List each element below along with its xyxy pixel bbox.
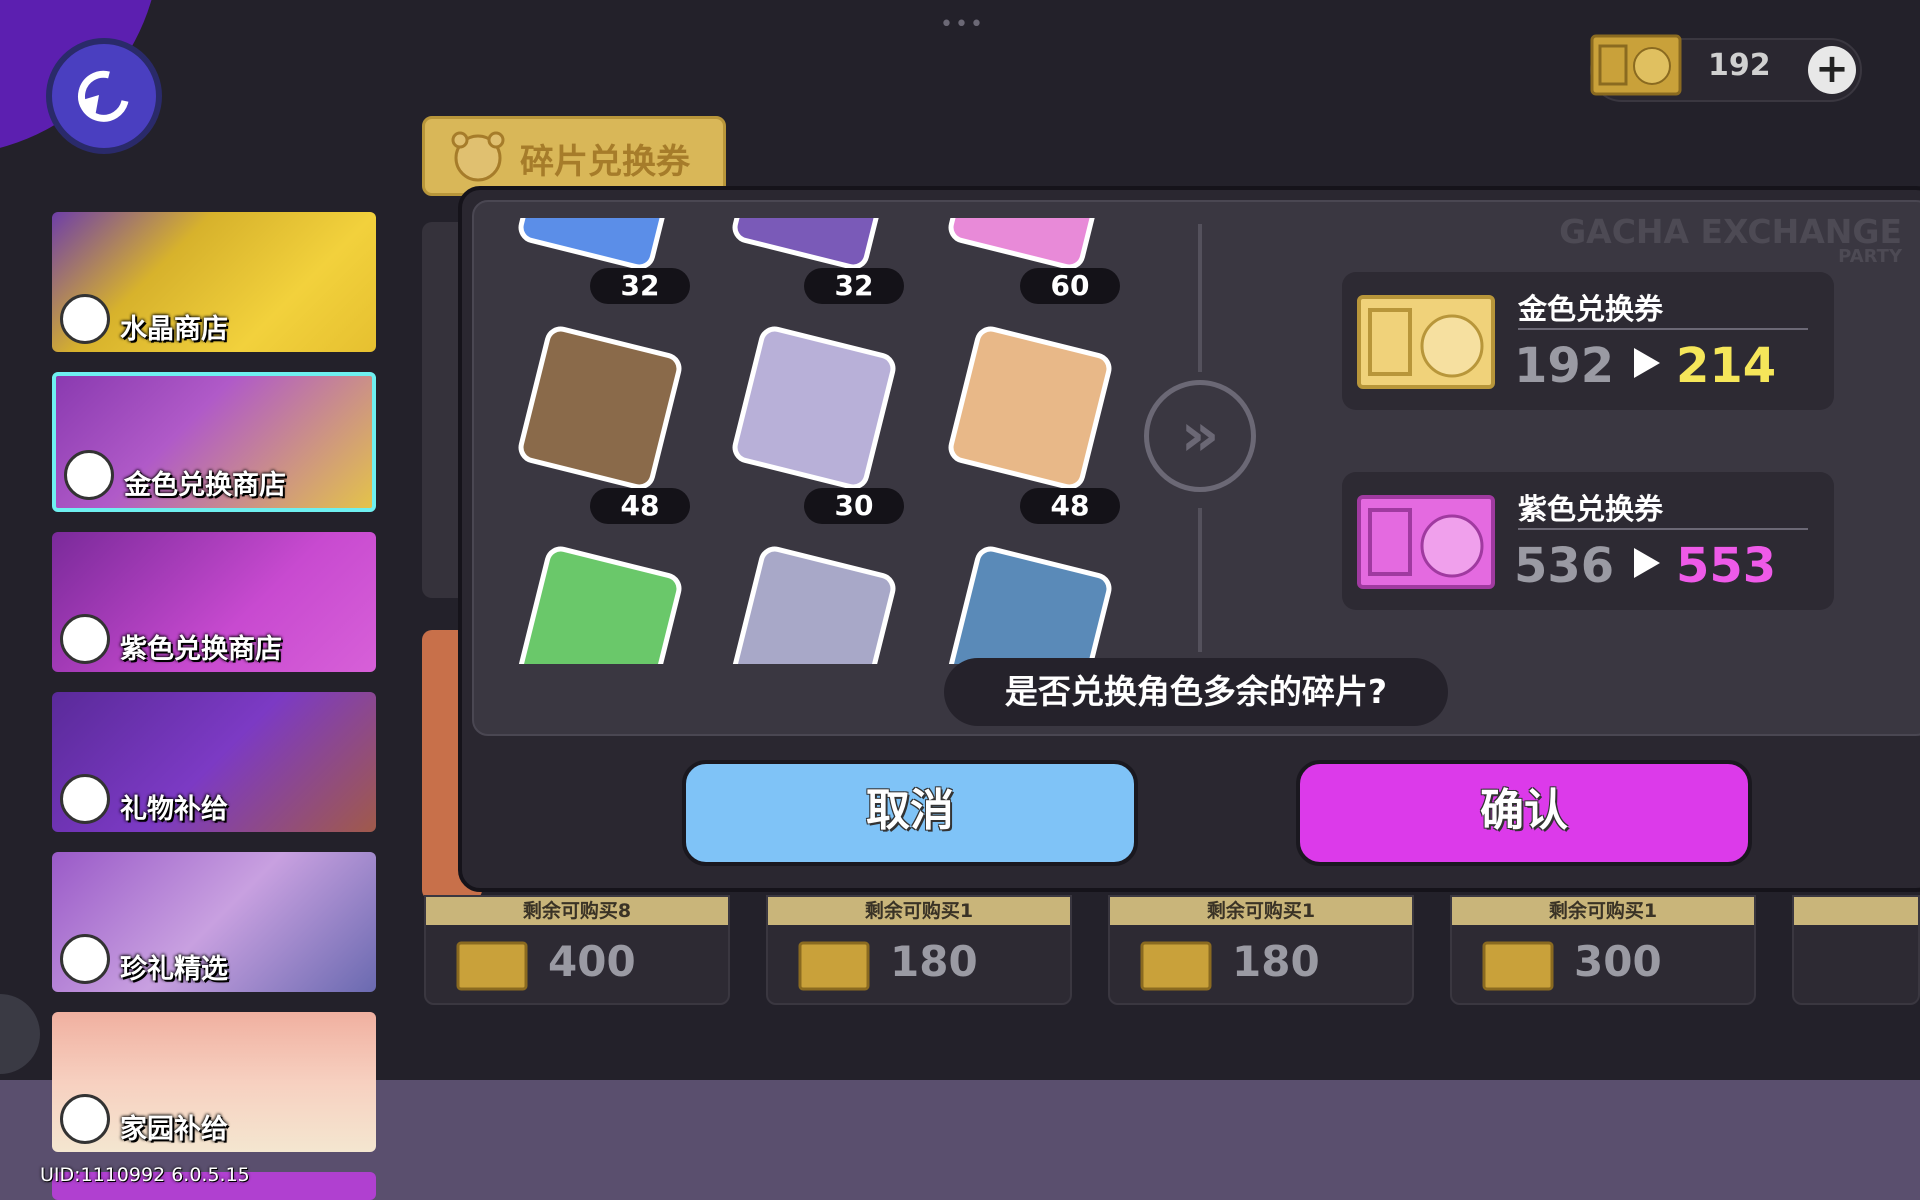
price: 400 xyxy=(548,937,636,986)
fragment-item[interactable]: 48 xyxy=(930,323,1130,538)
voucher-new-amount: 553 xyxy=(1676,538,1777,594)
purple-ticket-icon xyxy=(1357,495,1495,589)
gold-ticket-icon xyxy=(456,941,528,991)
sidebar-item-purple-exchange-shop[interactable]: 紫色兑换商店 xyxy=(52,532,376,672)
gold-ticket-icon xyxy=(1590,34,1682,96)
shop-card[interactable]: 剩余可购买8 400 xyxy=(424,895,730,1005)
fragment-puzzle-icon xyxy=(515,543,685,664)
confirm-button[interactable]: 确认 xyxy=(1296,760,1752,866)
fragment-item[interactable] xyxy=(500,543,700,664)
remaining-purchases: 剩余可购买1 xyxy=(1110,897,1412,925)
shop-card[interactable]: 剩余可购买1 180 xyxy=(1108,895,1414,1005)
fragment-item[interactable]: 32 xyxy=(714,218,914,318)
fragment-puzzle-icon xyxy=(729,323,899,493)
confirm-question: 是否兑换角色多余的碎片? xyxy=(944,658,1448,726)
sidebar-item-label: 礼物补给 xyxy=(120,794,228,825)
remaining-purchases xyxy=(1794,897,1918,925)
shop-bear-icon xyxy=(60,294,110,344)
fragment-list[interactable]: 32 32 60 48 30 48 xyxy=(500,218,1140,664)
shop-card[interactable]: 剩余可购买1 180 xyxy=(766,895,1072,1005)
gold-ticket-icon xyxy=(1482,941,1554,991)
fragment-item[interactable] xyxy=(930,543,1130,664)
sidebar-item-label: 珍礼精选 xyxy=(120,954,228,985)
remaining-purchases: 剩余可购买8 xyxy=(426,897,728,925)
sidebar-item-gift-supply[interactable]: 礼物补给 xyxy=(52,692,376,832)
fragment-puzzle-icon xyxy=(945,543,1115,664)
menu-dots[interactable]: ••• xyxy=(940,12,985,37)
sidebar-item-label: 水晶商店 xyxy=(120,314,228,345)
fragment-puzzle-icon xyxy=(945,323,1115,493)
home-bag-icon xyxy=(60,1094,110,1144)
fragment-count: 60 xyxy=(1020,268,1120,304)
price: 180 xyxy=(1232,937,1320,986)
sidebar-item-gold-exchange-shop[interactable]: 金色兑换商店 xyxy=(52,372,376,512)
gold-ticket-icon xyxy=(798,941,870,991)
gold-ticket-icon xyxy=(1357,295,1495,389)
cancel-button[interactable]: 取消 xyxy=(682,760,1138,866)
voucher-new-amount: 214 xyxy=(1676,338,1777,394)
tab-label: 碎片兑换券 xyxy=(520,142,690,182)
fragment-item[interactable]: 32 xyxy=(500,218,700,318)
bear-face-icon xyxy=(451,131,505,182)
sidebar-item-premium-gifts[interactable]: 珍礼精选 xyxy=(52,852,376,992)
double-chevron-right-icon: » xyxy=(1144,380,1256,492)
divider xyxy=(1518,528,1808,530)
gold-voucher-summary: 金色兑换券 192 214 xyxy=(1342,272,1834,410)
fragment-item[interactable] xyxy=(714,543,914,664)
purple-voucher-summary: 紫色兑换券 536 553 xyxy=(1342,472,1834,610)
fragment-count: 32 xyxy=(590,268,690,304)
sidebar-item-home-supply[interactable]: 家园补给 xyxy=(52,1012,376,1152)
voucher-name: 金色兑换券 xyxy=(1518,292,1664,326)
back-arrow-icon xyxy=(78,70,129,122)
shop-card[interactable]: 剩余可购买1 300 xyxy=(1450,895,1756,1005)
price: 180 xyxy=(890,937,978,986)
gift-icon xyxy=(60,774,110,824)
fragment-count: 30 xyxy=(804,488,904,524)
fragment-puzzle-icon xyxy=(515,218,685,273)
remaining-purchases: 剩余可购买1 xyxy=(1452,897,1754,925)
sidebar-item-crystal-shop[interactable]: 水晶商店 xyxy=(52,212,376,352)
uid-version-label: UID:1110992 6.0.5.15 xyxy=(40,1164,250,1186)
play-arrow-icon xyxy=(1634,548,1660,578)
voucher-current-amount: 536 xyxy=(1514,538,1615,594)
currency-value: 192 xyxy=(1708,48,1771,83)
fragment-item[interactable]: 48 xyxy=(500,323,700,538)
fragment-puzzle-icon xyxy=(945,218,1115,273)
gold-ticket-icon xyxy=(1140,941,1212,991)
divider xyxy=(1198,224,1202,372)
play-arrow-icon xyxy=(1634,348,1660,378)
fragment-count: 32 xyxy=(804,268,904,304)
watermark-subtitle: PARTY xyxy=(1838,246,1902,267)
fragment-item[interactable]: 60 xyxy=(930,218,1130,318)
remaining-purchases: 剩余可购买1 xyxy=(768,897,1070,925)
fragment-puzzle-icon xyxy=(515,323,685,493)
fragment-count: 48 xyxy=(1020,488,1120,524)
shop-bear-icon xyxy=(64,450,114,500)
sidebar-item-label: 紫色兑换商店 xyxy=(120,634,282,665)
fragment-item[interactable]: 30 xyxy=(714,323,914,538)
fragment-puzzle-icon xyxy=(729,218,899,273)
fragment-count: 48 xyxy=(590,488,690,524)
price: 300 xyxy=(1574,937,1662,986)
back-button[interactable] xyxy=(46,38,162,154)
sidebar-item-label: 金色兑换商店 xyxy=(124,470,286,501)
voucher-name: 紫色兑换券 xyxy=(1518,492,1664,526)
divider xyxy=(1518,328,1808,330)
premium-gift-icon xyxy=(60,934,110,984)
add-currency-button[interactable]: + xyxy=(1808,46,1856,94)
voucher-current-amount: 192 xyxy=(1514,338,1615,394)
sidebar-item-label: 家园补给 xyxy=(120,1114,228,1145)
shop-card-partial[interactable] xyxy=(1792,895,1920,1005)
shop-bear-icon xyxy=(60,614,110,664)
divider xyxy=(1198,508,1202,652)
fragment-puzzle-icon xyxy=(729,543,899,664)
